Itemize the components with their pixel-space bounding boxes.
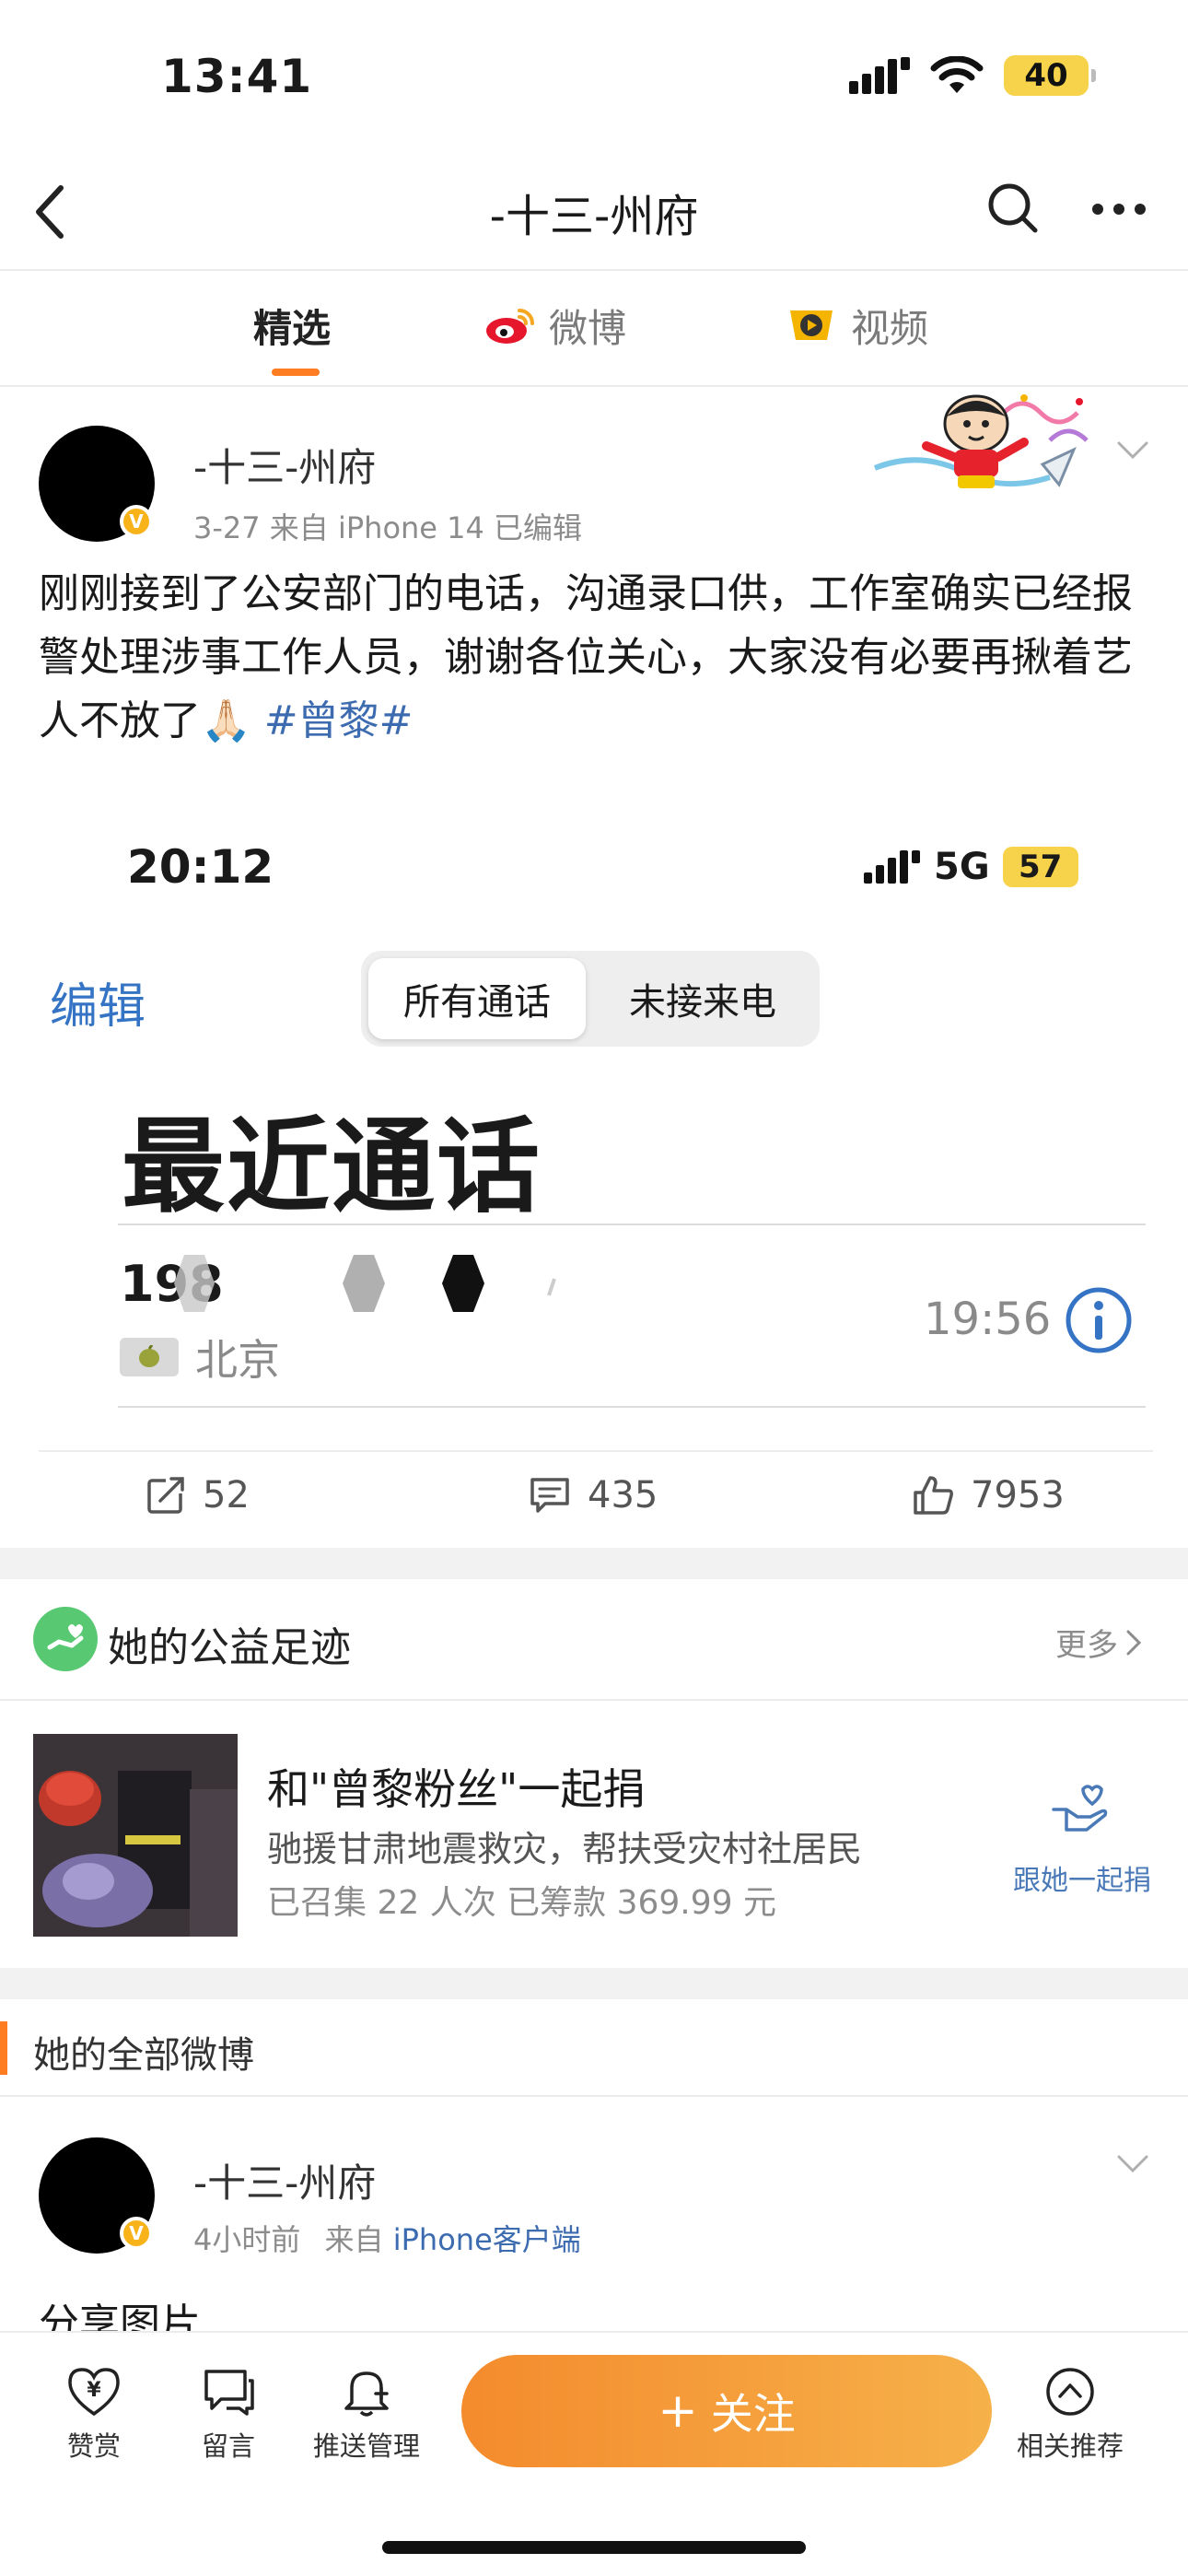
bottom-action-bar: ¥ 赞赏 留言 推送管理 + 关注 相关推荐 [0,2331,1188,2576]
embedded-edit-label: 编辑 [50,979,146,1035]
related-recommend-button[interactable]: 相关推荐 [1017,2366,1124,2464]
post-text: 刚刚接到了公安部门的电话，沟通录口供，工作室确实已经报警处理涉事工作人员，谢谢各… [39,562,1153,753]
section-marker [0,2021,7,2075]
charity-project-stats: 已召集 22 人次 已筹款 369.99 元 [267,1884,776,1922]
repost-count: 52 [203,1474,250,1516]
cellular-signal-icon [849,57,910,94]
message-button[interactable]: 留言 [201,2366,256,2464]
charity-project-name[interactable]: 和"曾黎粉丝"一起捐 [267,1756,645,1817]
push-settings-label: 推送管理 [313,2430,421,2462]
embedded-divider [118,1224,1146,1225]
segment-missed-calls: 未接来电 [629,981,776,1024]
post-meta: 3-27 来自 iPhone 14 已编辑 [193,510,583,545]
call-location: 北京 [120,1327,280,1388]
weibo-logo-icon [486,309,534,344]
donate-hand-icon[interactable] [1050,1782,1109,1835]
embedded-status-time: 20:12 [127,840,274,894]
tab-featured-label: 精选 [253,305,332,351]
bell-icon [344,2371,389,2417]
tab-video[interactable]: 视频 [785,293,928,357]
section-separator-2 [0,1968,1188,1999]
comment-count: 435 [588,1474,658,1516]
related-recommend-label: 相关推荐 [1017,2430,1124,2462]
redaction-hexagons-icon [174,1255,556,1312]
post-body: 刚刚接到了公安部门的电话，沟通录口供，工作室确实已经报警处理涉事工作人员，谢谢各… [39,570,1133,744]
active-tab-indicator [272,369,320,376]
like-count: 7953 [971,1474,1065,1516]
post2-author[interactable]: -十三-州府 [193,2152,376,2208]
nav-divider [0,269,1188,271]
rescue-photo-icon [33,1734,238,1937]
info-icon [1066,1287,1132,1353]
chevron-down-icon[interactable] [1116,2154,1149,2174]
video-logo-icon [790,310,833,340]
embedded-status-icons: 5G 57 [864,846,1078,888]
more-options-icon[interactable] [1091,203,1147,216]
tab-weibo[interactable]: 微博 [484,293,626,357]
charity-divider [0,1699,1188,1701]
call-time: 19:56 [924,1294,1052,1345]
message-icon [204,2370,254,2416]
post2-meta: 4小时前 来自 iPhone客户端 [193,2217,581,2259]
comment-button[interactable]: 435 [529,1474,658,1516]
embedded-signal-icon [864,850,920,884]
charity-project-image[interactable] [33,1734,238,1937]
charity-more-label: 更多 [1055,1627,1118,1664]
embedded-divider-bottom [118,1406,1146,1408]
message-label: 留言 [201,2430,255,2462]
all-posts-divider [0,2095,1188,2097]
recent-calls-heading: 最近通话 [122,1107,542,1227]
thumbs-up-icon [914,1476,953,1515]
home-indicator [382,2541,806,2554]
repost-icon [147,1477,184,1514]
tab-weibo-label: 微博 [549,305,627,351]
repost-button[interactable]: 52 [146,1474,250,1516]
reward-button[interactable]: ¥ 赞赏 [66,2366,122,2464]
verified-badge-icon: V [120,505,153,538]
location-chip-icon [120,1338,179,1376]
chevron-up-circle-icon [1046,2368,1094,2416]
follow-label: 关注 [710,2389,796,2439]
donate-with-her-button[interactable]: 跟她一起捐 [1013,1857,1151,1898]
section-separator [0,1548,1188,1579]
follow-button[interactable]: + 关注 [461,2355,992,2467]
post2-source-link[interactable]: iPhone客户端 [393,2222,581,2257]
charity-icon [33,1607,98,1671]
status-icons: 40 [849,55,1096,96]
reward-label: 赞赏 [66,2430,121,2462]
verified-badge-icon: V [120,2217,153,2250]
embedded-network: 5G [934,846,990,888]
tab-video-label: 视频 [851,305,929,351]
charity-project-desc: 驰援甘肃地震救灾，帮扶受灾村社居民 [267,1829,863,1869]
search-icon[interactable] [985,181,1041,236]
svg-text:¥: ¥ [87,2379,101,2402]
wifi-icon [930,56,984,93]
chevron-right-icon [1126,1630,1142,1655]
segment-all-calls: 所有通话 [368,958,586,1039]
profile-tabs: 精选 微博 视频 [0,293,1188,385]
hashtag-link[interactable]: #曾黎# [264,697,413,744]
follow-plus-icon: + [658,2383,698,2439]
charity-more-link[interactable]: 更多 [1055,1620,1142,1665]
embedded-battery: 57 [1002,847,1078,887]
call-location-text: 北京 [195,1335,280,1385]
tab-featured[interactable]: 精选 [253,293,331,357]
battery-indicator: 40 [1004,55,1096,96]
comment-icon [530,1478,569,1513]
reward-heart-icon: ¥ [68,2368,120,2417]
chevron-down-icon[interactable] [1116,440,1149,461]
push-settings-button[interactable]: 推送管理 [313,2366,420,2464]
call-filter-segment: 所有通话 未接来电 [361,951,820,1047]
charity-section-title: 她的公益足迹 [108,1624,351,1671]
all-posts-title: 她的全部微博 [33,2034,254,2077]
post2-time: 4小时前 [193,2222,301,2257]
cartoon-sticker-icon [873,394,1089,488]
like-button[interactable]: 7953 [912,1474,1065,1516]
post-author[interactable]: -十三-州府 [193,437,376,493]
post2-source-prefix: 来自 [324,2222,384,2257]
actions-divider [39,1450,1153,1452]
status-time: 13:41 [161,50,313,103]
